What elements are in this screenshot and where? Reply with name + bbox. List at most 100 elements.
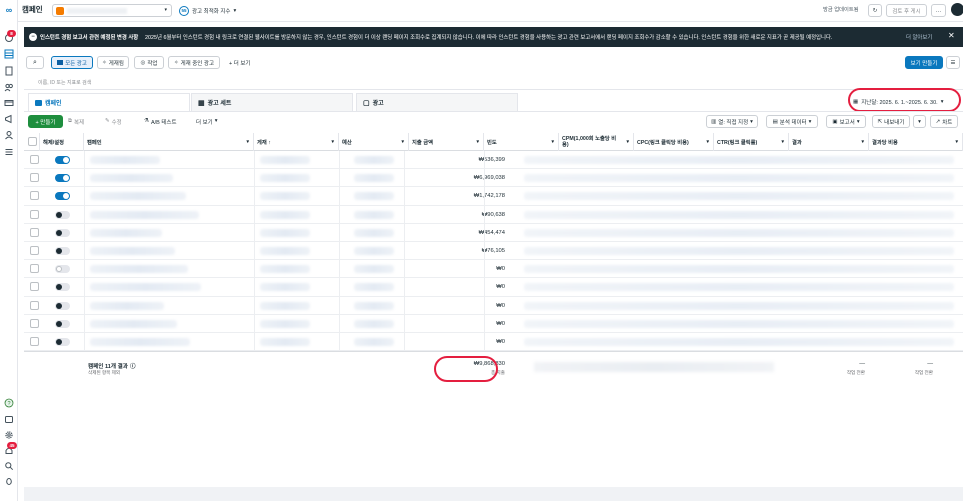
menu-icon[interactable] (4, 147, 14, 157)
bug-report-icon[interactable] (4, 476, 14, 486)
table-row[interactable]: ₩1,742,178 (24, 187, 963, 206)
row-toggle[interactable] (55, 301, 70, 310)
table-row[interactable]: ₩0 (24, 333, 963, 352)
tab-ads[interactable]: ▢ 광고 (356, 93, 518, 111)
row-checkbox[interactable] (30, 173, 39, 183)
campaign-name-blurred[interactable] (90, 319, 177, 328)
table-row[interactable]: ₩90,638 (24, 206, 963, 224)
col-cpc[interactable]: CPC(링크 클릭당 비용) ▾ (634, 133, 714, 151)
campaigns-grid-icon[interactable] (4, 49, 14, 59)
breakdown-button[interactable]: ▤ 분석 데이터 ▾ (766, 115, 818, 128)
edit-button[interactable]: ✎ 수정 (105, 118, 122, 126)
create-button[interactable]: + 만들기 (28, 115, 63, 128)
col-cost-per-result[interactable]: 결과당 비용 ▾ (869, 133, 963, 151)
refresh-button[interactable]: ↻ (868, 4, 882, 17)
ab-test-button[interactable]: ⚗ A/B 테스트 (144, 118, 177, 126)
avatar[interactable] (951, 3, 963, 16)
opportunity-score[interactable]: 55 광고 최적화 지수 ▾ (179, 4, 236, 17)
duplicate-button[interactable]: ⧉ 복제 (68, 118, 84, 126)
filter-all-ads[interactable]: 모든 광고 (51, 56, 93, 69)
search-icon[interactable] (4, 461, 14, 471)
row-checkbox[interactable] (30, 246, 39, 255)
table-row[interactable]: ₩0 (24, 278, 963, 297)
table-row[interactable]: ₩6,969,038 (24, 169, 963, 188)
columns-button[interactable]: ▥ 열: 직접 지정 ▾ (706, 115, 758, 128)
row-checkbox[interactable] (30, 300, 39, 310)
filter-active-ads[interactable]: ✧ 게재 중인 광고 (168, 56, 220, 69)
search-button[interactable]: ⌕ (26, 56, 44, 69)
search-input[interactable]: 이름, ID 또는 지표로 검색 (38, 79, 91, 86)
campaign-name-blurred[interactable] (90, 265, 188, 274)
campaign-name-blurred[interactable] (90, 338, 190, 346)
row-toggle[interactable] (55, 156, 70, 164)
row-toggle[interactable] (55, 283, 70, 292)
close-icon[interactable]: ✕ (948, 31, 955, 40)
billing-icon[interactable] (4, 98, 14, 108)
campaign-name-blurred[interactable] (90, 210, 199, 219)
table-row[interactable]: ₩0 (24, 315, 963, 333)
row-checkbox[interactable] (30, 337, 39, 346)
audience-icon[interactable] (4, 82, 14, 92)
table-row[interactable]: ₩0 (24, 260, 963, 279)
table-row[interactable]: ₩76,105 (24, 242, 963, 261)
row-toggle[interactable] (55, 228, 70, 237)
more-options-button[interactable]: … (931, 4, 946, 17)
settings-gear-icon[interactable] (4, 430, 14, 440)
col-amount-spent[interactable]: 지출 금액 ▾ (409, 133, 484, 151)
col-ctr[interactable]: CTR(링크 클릭률) ▾ (714, 133, 789, 151)
chart-button[interactable]: ↗ 차트 (930, 115, 958, 128)
tab-ad-sets[interactable]: ▦ 광고 세트 (191, 93, 353, 111)
people-icon[interactable] (4, 130, 14, 140)
row-checkbox[interactable] (30, 191, 39, 201)
col-budget[interactable]: 예산 ▾ (339, 133, 409, 151)
row-toggle[interactable] (55, 192, 70, 201)
row-toggle[interactable] (55, 338, 70, 346)
filter-published[interactable]: ✧ 게재됨 (97, 56, 129, 69)
campaign-name-blurred[interactable] (90, 301, 164, 310)
table-row[interactable]: ₩454,474 (24, 224, 963, 242)
help-icon[interactable]: ? (4, 398, 14, 408)
meta-logo-icon[interactable]: ∞ (4, 5, 14, 15)
col-frequency[interactable]: 빈도 ▾ (484, 133, 559, 151)
row-checkbox[interactable] (30, 155, 39, 164)
tab-campaigns[interactable]: 캠페인 (28, 93, 190, 111)
feedback-icon[interactable] (4, 415, 14, 425)
campaign-name-blurred[interactable] (90, 228, 162, 237)
campaign-name-blurred[interactable] (90, 156, 160, 164)
col-results[interactable]: 결과 ▾ (789, 133, 869, 151)
campaign-name-blurred[interactable] (90, 283, 201, 292)
table-row[interactable]: ₩0 (24, 297, 963, 315)
export-button[interactable]: ⇱ 내보내기 (872, 115, 910, 128)
view-options-button[interactable]: ☰ (946, 56, 960, 69)
filter-active[interactable]: ◎ 작업 (134, 56, 164, 69)
col-onoff[interactable]: 해제/설정 (40, 133, 84, 151)
reports-button[interactable]: ▣ 보고서 ▾ (826, 115, 866, 128)
col-campaign[interactable]: 캠페인 ▾ (84, 133, 254, 151)
row-checkbox[interactable] (30, 282, 39, 292)
create-view-button[interactable]: 보기 만들기 (905, 56, 943, 69)
campaign-name-blurred[interactable] (90, 247, 175, 255)
account-selector[interactable]: ▾ (52, 4, 172, 17)
megaphone-icon[interactable] (4, 114, 14, 124)
horizontal-scrollbar[interactable] (24, 487, 963, 501)
review-publish-button[interactable]: 검토 후 게시 (886, 4, 927, 17)
row-toggle[interactable] (55, 319, 70, 328)
row-checkbox[interactable] (30, 264, 39, 274)
row-toggle[interactable] (55, 247, 70, 255)
filter-more[interactable]: + 더 보기 (229, 59, 250, 67)
export-options-button[interactable]: ▾ (913, 115, 926, 128)
banner-learn-more-link[interactable]: 더 알아보기 (906, 33, 932, 41)
more-actions-button[interactable]: 더 보기 ▾ (196, 118, 217, 126)
row-toggle[interactable] (55, 174, 70, 183)
row-checkbox[interactable] (30, 227, 39, 237)
row-toggle[interactable] (55, 210, 70, 219)
row-checkbox[interactable] (30, 209, 39, 219)
col-cpm[interactable]: CPM(1,000회 노출당 비용) ▾ (559, 133, 634, 151)
col-delivery[interactable]: 게재 ↑ ▾ (254, 133, 339, 151)
select-all-checkbox[interactable] (28, 137, 37, 146)
table-row[interactable]: ₩536,399 (24, 151, 963, 170)
row-toggle[interactable] (55, 265, 70, 274)
campaign-name-blurred[interactable] (90, 192, 186, 201)
pages-icon[interactable] (4, 66, 14, 76)
campaign-name-blurred[interactable] (90, 174, 173, 183)
